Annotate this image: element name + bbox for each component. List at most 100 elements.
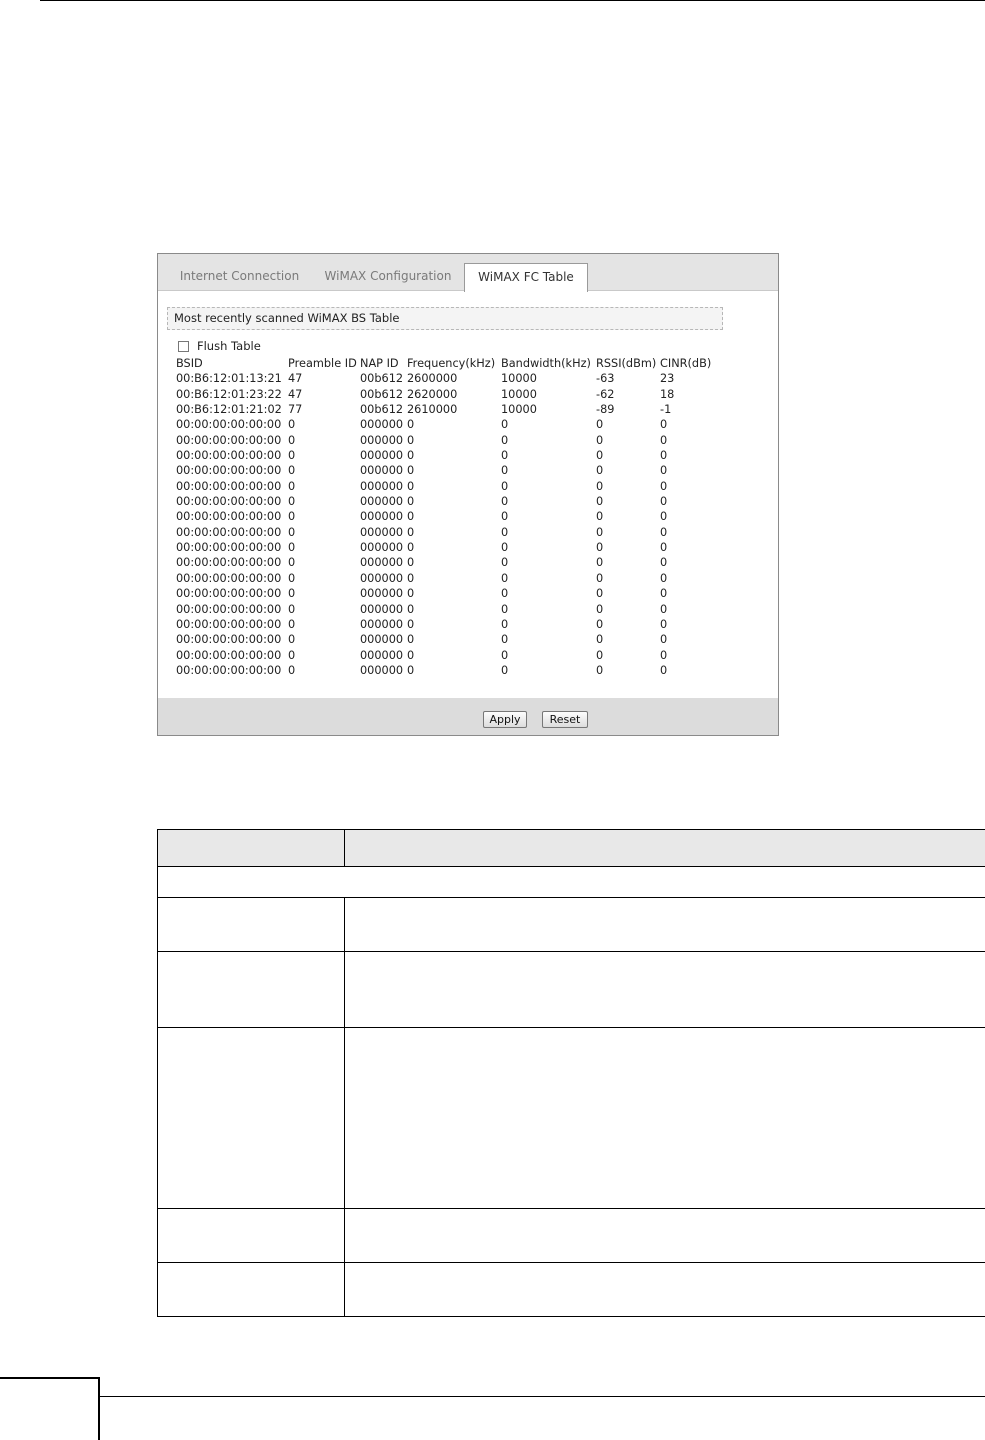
frequency-cell: 0	[407, 633, 415, 647]
frequency-cell: 2620000	[407, 387, 458, 401]
preamble-id-cell: 77	[288, 403, 303, 417]
column-header-nap-id: NAP ID	[360, 357, 399, 370]
tab-wimax-fc-table[interactable]: WiMAX FC Table	[464, 263, 588, 292]
bandwidth-cell: 0	[501, 418, 509, 432]
preamble-id-cell: 0	[288, 571, 296, 585]
bandwidth-cell: 0	[501, 556, 509, 570]
frequency-cell: 0	[407, 464, 415, 478]
bsid-cell: 00:B6:12:01:23:22	[176, 387, 282, 401]
nap-id-cell: 000000	[360, 663, 404, 677]
bandwidth-cell: 0	[501, 633, 509, 647]
reset-button[interactable]: Reset	[542, 711, 588, 728]
cinr-cell: 23	[660, 372, 675, 386]
rssi-cell: -62	[596, 387, 615, 401]
bandwidth-cell: 0	[501, 464, 509, 478]
description-row	[157, 951, 985, 1028]
frequency-cell: 0	[407, 449, 415, 463]
nap-id-cell: 000000	[360, 510, 404, 524]
rssi-cell: 0	[596, 602, 604, 616]
bsid-cell: 00:00:00:00:00:00	[176, 663, 282, 677]
bsid-cell: 00:00:00:00:00:00	[176, 633, 282, 647]
bandwidth-cell: 10000	[501, 387, 537, 401]
preamble-id-cell: 0	[288, 464, 296, 478]
description-cell	[157, 866, 985, 898]
preamble-id-cell: 0	[288, 541, 296, 555]
flush-table-checkbox[interactable]	[178, 340, 189, 352]
rssi-cell: 0	[596, 525, 604, 539]
preamble-id-cell: 0	[288, 633, 296, 647]
preamble-id-cell: 47	[288, 387, 303, 401]
rssi-cell: 0	[596, 633, 604, 647]
bsid-cell: 00:00:00:00:00:00	[176, 479, 282, 493]
description-cell	[157, 951, 345, 1028]
description-cell	[344, 1208, 985, 1263]
rssi-cell: 0	[596, 433, 604, 447]
flush-table-option[interactable]: Flush Table	[178, 339, 261, 353]
cinr-cell: 0	[660, 587, 668, 601]
frequency-cell: 0	[407, 587, 415, 601]
frequency-cell: 0	[407, 602, 415, 616]
preamble-id-cell: 0	[288, 663, 296, 677]
description-cell	[344, 897, 985, 952]
bandwidth-cell: 0	[501, 510, 509, 524]
rssi-cell: 0	[596, 464, 604, 478]
rssi-cell: 0	[596, 617, 604, 631]
table-row: 00:00:00:00:00:00 0 000000 0 0 0 0	[176, 448, 720, 463]
bsid-cell: 00:00:00:00:00:00	[176, 449, 282, 463]
nap-id-cell: 000000	[360, 433, 404, 447]
tab-bar: Internet Connection WiMAX Configuration …	[158, 254, 778, 292]
frequency-cell: 0	[407, 541, 415, 555]
cinr-cell: 0	[660, 433, 668, 447]
column-header-rssi: RSSI(dBm)	[596, 357, 657, 370]
frequency-cell: 0	[407, 663, 415, 677]
description-row	[157, 1027, 985, 1209]
description-header-cell	[157, 829, 345, 867]
frequency-cell: 0	[407, 433, 415, 447]
column-header-bsid: BSID	[176, 357, 203, 370]
tab-wimax-configuration[interactable]: WiMAX Configuration	[318, 262, 458, 291]
nap-id-cell: 000000	[360, 541, 404, 555]
cinr-cell: 0	[660, 510, 668, 524]
nap-id-cell: 000000	[360, 617, 404, 631]
table-row: 00:00:00:00:00:00 0 000000 0 0 0 0	[176, 571, 720, 586]
page-bottom-rule	[100, 1396, 985, 1397]
bsid-cell: 00:00:00:00:00:00	[176, 587, 282, 601]
nap-id-cell: 000000	[360, 602, 404, 616]
bandwidth-cell: 0	[501, 602, 509, 616]
cinr-cell: 0	[660, 648, 668, 662]
frequency-cell: 0	[407, 418, 415, 432]
bandwidth-cell: 0	[501, 433, 509, 447]
apply-button[interactable]: Apply	[483, 711, 527, 728]
nap-id-cell: 000000	[360, 633, 404, 647]
column-header-cinr: CINR(dB)	[660, 357, 712, 370]
description-cell	[157, 1262, 345, 1317]
bs-table-body: 00:B6:12:01:13:21 47 00b612 2600000 10000 -63…	[176, 371, 720, 678]
nap-id-cell: 00b612	[360, 403, 404, 417]
frequency-cell: 2610000	[407, 403, 458, 417]
nap-id-cell: 000000	[360, 556, 404, 570]
rssi-cell: 0	[596, 663, 604, 677]
bandwidth-cell: 0	[501, 479, 509, 493]
column-header-frequency: Frequency(kHz)	[407, 357, 496, 370]
rssi-cell: 0	[596, 556, 604, 570]
description-table	[157, 829, 985, 1317]
rssi-cell: 0	[596, 587, 604, 601]
cinr-cell: 0	[660, 556, 668, 570]
table-row: 00:00:00:00:00:00 0 000000 0 0 0 0	[176, 525, 720, 540]
nap-id-cell: 000000	[360, 449, 404, 463]
table-row: 00:00:00:00:00:00 0 000000 0 0 0 0	[176, 479, 720, 494]
bsid-cell: 00:00:00:00:00:00	[176, 510, 282, 524]
rssi-cell: 0	[596, 571, 604, 585]
tab-internet-connection[interactable]: Internet Connection	[172, 262, 307, 291]
cinr-cell: 0	[660, 571, 668, 585]
table-row: 00:00:00:00:00:00 0 000000 0 0 0 0	[176, 509, 720, 524]
table-row: 00:B6:12:01:13:21 47 00b612 2600000 10000 -63…	[176, 371, 720, 386]
description-cell	[157, 897, 345, 952]
bsid-cell: 00:00:00:00:00:00	[176, 418, 282, 432]
nap-id-cell: 000000	[360, 648, 404, 662]
bandwidth-cell: 0	[501, 617, 509, 631]
nap-id-cell: 000000	[360, 495, 404, 509]
column-header-preamble-id: Preamble ID	[288, 357, 357, 370]
flush-table-label: Flush Table	[197, 339, 261, 353]
preamble-id-cell: 0	[288, 449, 296, 463]
